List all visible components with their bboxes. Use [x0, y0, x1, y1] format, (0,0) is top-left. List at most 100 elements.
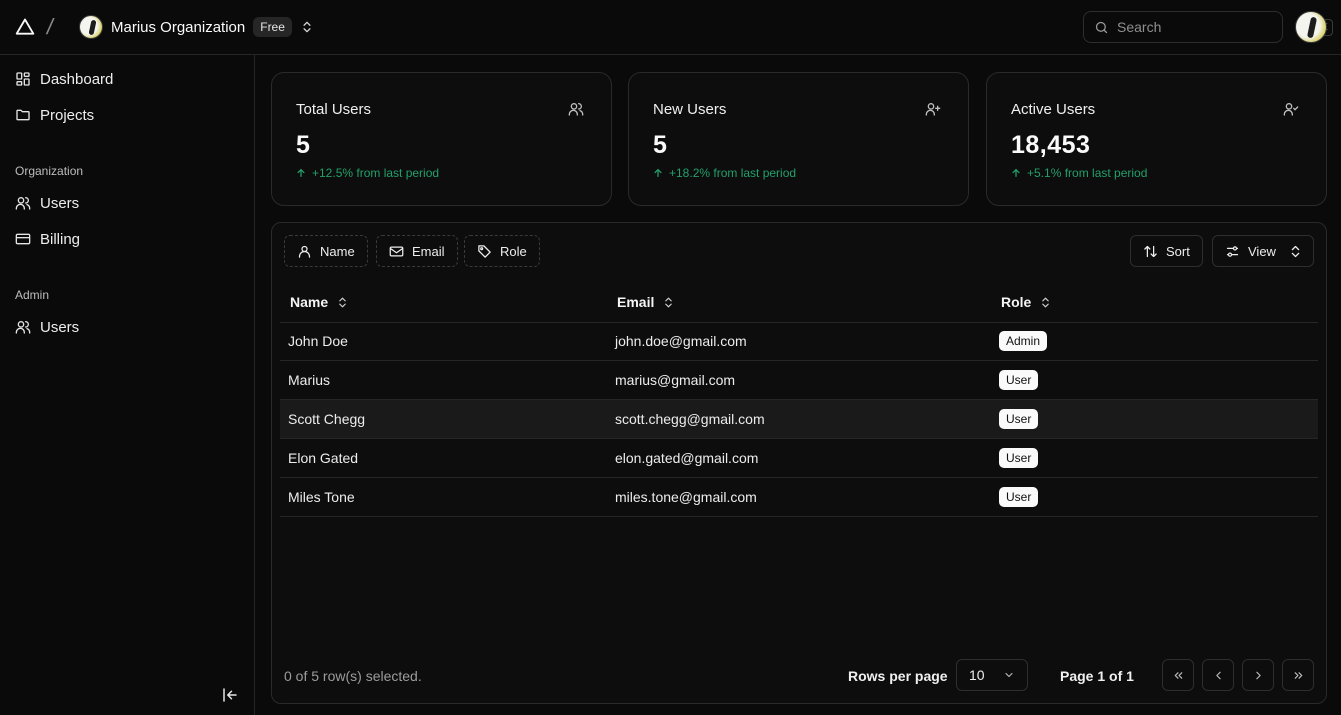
mail-icon: [389, 244, 404, 259]
plan-badge: Free: [253, 17, 292, 37]
rows-per-page-value: 10: [969, 667, 985, 683]
table-row[interactable]: Miles Tone miles.tone@gmail.com User: [280, 478, 1318, 517]
sort-chevrons-icon: [336, 296, 349, 309]
stat-change-text: +12.5% from last period: [312, 166, 440, 180]
avatar: [1295, 11, 1327, 43]
cell-name: John Doe: [288, 333, 348, 349]
stat-card-total-users: Total Users 5 +12.5% from last period: [271, 72, 612, 206]
table-row[interactable]: Elon Gated elon.gated@gmail.com User: [280, 439, 1318, 478]
cell-email: elon.gated@gmail.com: [615, 450, 759, 466]
user-check-icon: [1283, 101, 1299, 117]
role-badge: User: [999, 370, 1039, 390]
chevron-down-icon: [1003, 669, 1015, 681]
sidebar-item-org-users[interactable]: Users: [8, 187, 247, 219]
cell-name: Scott Chegg: [288, 411, 366, 427]
rows-per-page-label: Rows per page: [848, 668, 948, 684]
last-page-button[interactable]: [1282, 659, 1314, 691]
cell-email: marius@gmail.com: [615, 372, 736, 388]
chevrons-up-down-icon: [1288, 244, 1303, 259]
user-icon: [297, 244, 312, 259]
sidebar-item-projects[interactable]: Projects: [8, 99, 247, 131]
column-header-role[interactable]: Role: [1001, 294, 1052, 310]
users-icon: [15, 195, 31, 211]
chevrons-right-icon: [1292, 669, 1305, 682]
user-avatar-button[interactable]: [1295, 11, 1327, 43]
organization-switcher[interactable]: Marius Organization Free: [79, 15, 314, 39]
cell-name: Marius: [288, 372, 331, 388]
stat-change: +12.5% from last period: [296, 166, 439, 180]
chevrons-left-icon: [1172, 669, 1185, 682]
column-header-name[interactable]: Name: [290, 294, 349, 310]
search-icon: [1094, 20, 1109, 35]
stat-title: New Users: [653, 101, 727, 118]
sidebar-item-dashboard[interactable]: Dashboard: [8, 63, 247, 95]
users-icon: [15, 319, 31, 335]
main-content: Total Users 5 +12.5% from last period Ne…: [255, 55, 1341, 715]
role-badge: User: [999, 409, 1039, 429]
user-plus-icon: [925, 101, 941, 117]
sidebar-item-label: Billing: [40, 230, 81, 248]
users-table-panel: Name Email Role Sort View Name Email Rol…: [271, 222, 1327, 704]
filter-name-button[interactable]: Name: [284, 235, 368, 267]
sort-arrows-icon: [1143, 244, 1158, 259]
sidebar-item-admin-users[interactable]: Users: [8, 311, 247, 343]
column-header-email[interactable]: Email: [617, 294, 675, 310]
filter-role-button[interactable]: Role: [464, 235, 540, 267]
selected-rows-text: 0 of 5 row(s) selected.: [284, 668, 422, 684]
users-icon: [568, 101, 584, 117]
stat-card-active-users: Active Users 18,453 +5.1% from last peri…: [986, 72, 1327, 206]
stat-card-new-users: New Users 5 +18.2% from last period: [628, 72, 969, 206]
sidebar-item-label: Users: [40, 318, 80, 336]
column-header-label: Name: [290, 294, 329, 310]
top-bar: / Marius Organization Free ⌘K: [0, 0, 1341, 55]
sidebar-item-billing[interactable]: Billing: [8, 223, 247, 255]
previous-page-button[interactable]: [1202, 659, 1234, 691]
table-row[interactable]: Marius marius@gmail.com User: [280, 361, 1318, 400]
first-page-button[interactable]: [1162, 659, 1194, 691]
folder-icon: [15, 107, 31, 123]
sort-button[interactable]: Sort: [1130, 235, 1203, 267]
sidebar: Dashboard Projects Organization Users Bi…: [0, 55, 255, 715]
search-input[interactable]: [1117, 19, 1298, 35]
filter-email-button[interactable]: Email: [376, 235, 458, 267]
view-label: View: [1248, 243, 1276, 259]
cell-email: john.doe@gmail.com: [615, 333, 747, 349]
organization-avatar: [79, 15, 103, 39]
column-header-label: Role: [1001, 294, 1032, 310]
collapse-sidebar-icon[interactable]: [221, 686, 239, 704]
stat-value: 5: [653, 131, 668, 159]
sidebar-item-label: Users: [40, 194, 80, 212]
sort-label: Sort: [1166, 243, 1190, 259]
stat-change: +18.2% from last period: [653, 166, 796, 180]
role-badge: User: [999, 487, 1039, 507]
cell-email: scott.chegg@gmail.com: [615, 411, 765, 427]
sort-chevrons-icon: [662, 296, 675, 309]
page-indicator: Page 1 of 1: [1060, 668, 1134, 684]
view-button[interactable]: View: [1212, 235, 1314, 267]
filter-label: Email: [412, 243, 445, 259]
cell-name: Miles Tone: [288, 489, 355, 505]
table-row[interactable]: John Doe john.doe@gmail.com Admin: [280, 322, 1318, 361]
triangle-logo-icon[interactable]: [15, 17, 35, 37]
organization-name: Marius Organization: [111, 18, 246, 36]
table-row[interactable]: Scott Chegg scott.chegg@gmail.com User: [280, 400, 1318, 439]
stat-change-text: +5.1% from last period: [1027, 166, 1148, 180]
chevrons-up-down-icon: [300, 20, 314, 34]
arrow-up-icon: [653, 168, 663, 178]
stat-change: +5.1% from last period: [1011, 166, 1147, 180]
stat-value: 5: [296, 131, 311, 159]
filter-label: Name: [320, 243, 355, 259]
table-header: Name Email Role: [280, 285, 1318, 323]
chevron-right-icon: [1252, 669, 1265, 682]
sidebar-item-label: Dashboard: [40, 70, 114, 88]
stat-value: 18,453: [1011, 131, 1091, 159]
rows-per-page-select[interactable]: 10: [956, 659, 1028, 691]
sidebar-group-organization: Organization: [15, 164, 84, 178]
cell-email: miles.tone@gmail.com: [615, 489, 757, 505]
stat-change-text: +18.2% from last period: [669, 166, 797, 180]
next-page-button[interactable]: [1242, 659, 1274, 691]
tag-icon: [477, 244, 492, 259]
role-badge: Admin: [999, 331, 1048, 351]
search-box[interactable]: ⌘K: [1083, 11, 1333, 43]
chevron-left-icon: [1212, 669, 1225, 682]
